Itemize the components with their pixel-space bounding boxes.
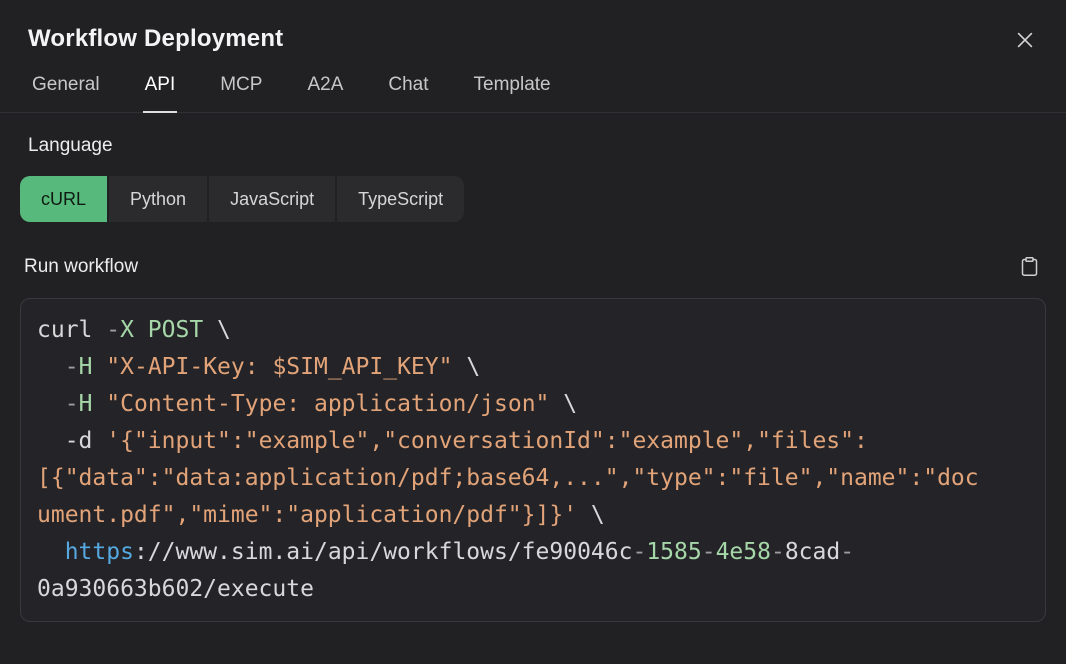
run-workflow-label: Run workflow <box>24 256 138 278</box>
language-selector: cURLPythonJavaScriptTypeScript <box>20 176 464 222</box>
code-line: -H "X-API-Key: $SIM_API_KEY" \ <box>37 349 1029 386</box>
tab-mcp[interactable]: MCP <box>218 74 264 113</box>
language-section: Language cURLPythonJavaScriptTypeScript <box>0 135 1066 222</box>
tab-a2a[interactable]: A2A <box>305 74 345 113</box>
clipboard-icon <box>1019 255 1040 278</box>
tab-general[interactable]: General <box>30 74 102 113</box>
tab-template[interactable]: Template <box>472 74 553 113</box>
run-workflow-row: Run workflow <box>0 255 1066 278</box>
copy-button[interactable] <box>1019 255 1040 278</box>
code-line: -H "Content-Type: application/json" \ <box>37 386 1029 423</box>
tab-chat[interactable]: Chat <box>386 74 430 113</box>
code-line: 0a930663b602/execute <box>37 571 1029 608</box>
close-button[interactable] <box>1012 27 1038 53</box>
code-line: ument.pdf","mime":"application/pdf"}]}' … <box>37 497 1029 534</box>
code-line: https://www.sim.ai/api/workflows/fe90046… <box>37 534 1029 571</box>
language-option-javascript[interactable]: JavaScript <box>209 176 335 222</box>
workflow-deployment-modal: Workflow Deployment General API MCP A2A Chat… <box>0 0 1066 664</box>
page-title: Workflow Deployment <box>28 25 283 53</box>
code-line: curl -X POST \ <box>37 312 1029 349</box>
tab-api[interactable]: API <box>143 74 178 113</box>
code-line: [{"data":"data:application/pdf;base64,..… <box>37 460 1029 497</box>
code-block[interactable]: curl -X POST \ -H "X-API-Key: $SIM_API_K… <box>20 298 1046 622</box>
language-label: Language <box>28 135 1066 157</box>
language-option-curl[interactable]: cURL <box>20 176 107 222</box>
close-icon <box>1014 29 1036 51</box>
language-option-python[interactable]: Python <box>109 176 207 222</box>
language-option-typescript[interactable]: TypeScript <box>337 176 464 222</box>
tab-bar: General API MCP A2A Chat Template <box>0 74 1066 113</box>
modal-header: Workflow Deployment <box>0 0 1066 53</box>
code-line: -d '{"input":"example","conversationId":… <box>37 423 1029 460</box>
